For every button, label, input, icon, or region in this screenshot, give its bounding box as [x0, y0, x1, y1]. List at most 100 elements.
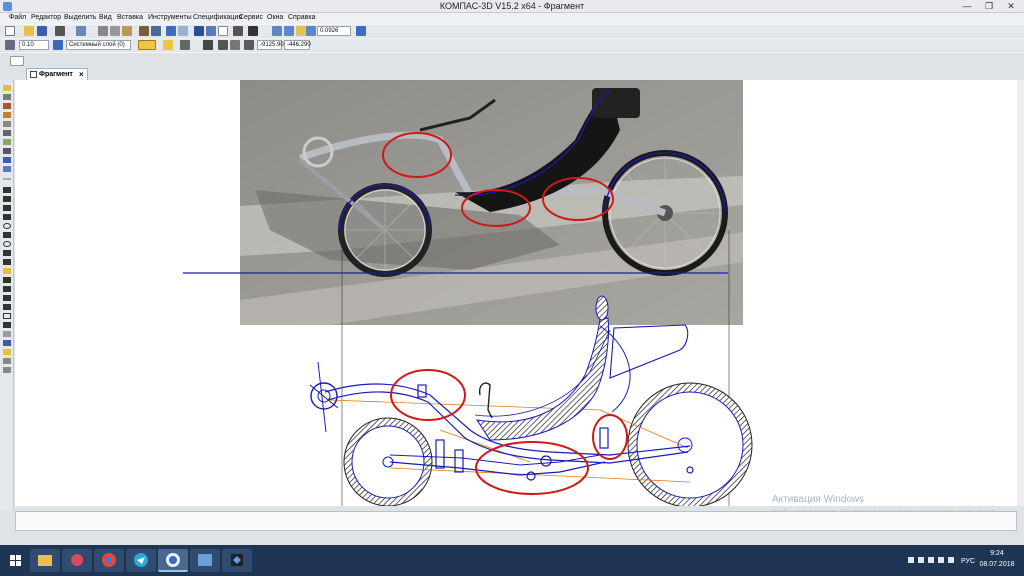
menu-file[interactable]: Файл — [9, 14, 26, 21]
cad-sketch[interactable] — [309, 295, 753, 506]
reference-photo[interactable] — [240, 80, 743, 325]
tab-close-button[interactable]: × — [79, 69, 84, 80]
grid-icon[interactable] — [206, 26, 216, 36]
title-bar: КОМПАС-3D V15.2 x64 - Фрагмент — ❐ ✕ — [0, 0, 1024, 13]
function-icon[interactable] — [218, 26, 228, 36]
spec-icon[interactable] — [3, 148, 11, 154]
menu-tools[interactable]: Инструменты — [148, 14, 192, 21]
paste-icon[interactable] — [122, 26, 132, 36]
tab-fragment[interactable]: Фрагмент × — [26, 68, 88, 80]
polygon-icon[interactable] — [3, 322, 11, 328]
menu-insert[interactable]: Вставка — [117, 14, 143, 21]
macro-icon[interactable] — [3, 349, 11, 355]
fillet-icon[interactable] — [3, 295, 11, 301]
bezier-icon[interactable] — [3, 259, 11, 265]
menu-service[interactable]: Сервис — [239, 14, 263, 21]
new-file-icon[interactable] — [5, 26, 15, 36]
menu-select[interactable]: Выделить — [64, 14, 96, 21]
drawing-canvas[interactable] — [15, 80, 1017, 506]
style-picker-icon[interactable] — [138, 40, 156, 50]
line-width-field[interactable]: 0.10 — [19, 40, 49, 50]
select-icon[interactable] — [3, 139, 11, 145]
line-icon[interactable] — [3, 214, 11, 220]
menu-help[interactable]: Справка — [288, 14, 315, 21]
preview-icon[interactable] — [76, 26, 86, 36]
measure-icon[interactable] — [3, 130, 11, 136]
kompas-icon[interactable] — [158, 549, 188, 572]
grid-toggle-icon[interactable] — [180, 40, 190, 50]
geometry-icon[interactable] — [3, 85, 11, 91]
start-icon[interactable] — [2, 549, 28, 572]
undo-icon[interactable] — [166, 26, 176, 36]
help-cursor-icon[interactable] — [248, 26, 258, 36]
wave-line-icon[interactable] — [3, 367, 11, 373]
arc-icon[interactable] — [3, 232, 11, 238]
nurbs-icon[interactable] — [3, 277, 11, 283]
chamfer-icon[interactable] — [3, 286, 11, 292]
layer-icon[interactable] — [53, 40, 63, 50]
collection-icon[interactable] — [3, 340, 11, 346]
menu-view[interactable]: Вид — [99, 14, 112, 21]
properties-icon[interactable] — [139, 26, 149, 36]
ellipse-icon[interactable] — [3, 241, 11, 247]
aux-line-icon[interactable] — [3, 196, 11, 202]
segment-icon[interactable] — [3, 205, 11, 211]
polyline-icon[interactable] — [3, 250, 11, 256]
explorer-icon[interactable] — [30, 549, 60, 572]
insert-elements-icon[interactable] — [3, 166, 11, 172]
layer-select[interactable]: Системный слой (0) — [66, 40, 131, 50]
snap-icon[interactable] — [5, 40, 15, 50]
local-cs-icon[interactable] — [203, 40, 213, 50]
document-tab-bar — [14, 68, 1024, 80]
vertical-scrollbar[interactable] — [1017, 80, 1024, 506]
reports-icon[interactable] — [3, 157, 11, 163]
circle-icon[interactable] — [3, 223, 11, 229]
unity-icon[interactable] — [222, 549, 252, 572]
scale-field[interactable]: 0.0926 — [317, 26, 351, 36]
zoom-frame-icon[interactable] — [284, 26, 294, 36]
hatch-fill-icon[interactable] — [3, 331, 11, 337]
pan-icon[interactable] — [296, 26, 306, 36]
redo-icon[interactable] — [178, 26, 188, 36]
open-folder-icon[interactable] — [24, 26, 34, 36]
manager-icon[interactable] — [194, 26, 204, 36]
clock-time: 9:24 — [990, 550, 1004, 557]
menu-editor[interactable]: Редактор — [31, 14, 61, 21]
dimensions-icon[interactable] — [3, 94, 11, 100]
hatch-icon[interactable] — [3, 268, 11, 274]
chrome-icon[interactable] — [94, 549, 124, 572]
zoom-out-icon[interactable] — [306, 26, 316, 36]
snaps-icon[interactable] — [163, 40, 173, 50]
menu-specification[interactable]: Спецификация — [193, 14, 242, 21]
print-icon[interactable] — [55, 26, 65, 36]
parametrization-icon[interactable] — [3, 121, 11, 127]
clock[interactable]: 9:24 08.07.2018 — [958, 548, 1018, 570]
point-icon[interactable] — [3, 187, 11, 193]
cursor-coords-icon — [244, 40, 254, 50]
list-icon[interactable] — [151, 26, 161, 36]
variables-icon[interactable] — [233, 26, 243, 36]
angle-icon[interactable] — [230, 40, 240, 50]
telegram-icon[interactable] — [126, 549, 156, 572]
paint-icon[interactable] — [62, 549, 92, 572]
minimize-button[interactable]: — — [956, 0, 978, 12]
ortho-icon[interactable] — [218, 40, 228, 50]
edit-icon[interactable] — [3, 112, 11, 118]
symbols-icon[interactable] — [3, 103, 11, 109]
zoom-in-icon[interactable] — [272, 26, 282, 36]
photos-icon[interactable] — [190, 549, 220, 572]
coord-x-field[interactable]: -9125.90 — [257, 40, 284, 50]
system-tray[interactable] — [906, 555, 956, 565]
copy-icon[interactable] — [110, 26, 120, 36]
sheet-icon[interactable] — [10, 56, 24, 66]
rectangle-icon[interactable] — [3, 313, 11, 319]
menu-windows[interactable]: Окна — [267, 14, 283, 21]
cut-icon[interactable] — [98, 26, 108, 36]
equidistant-icon[interactable] — [3, 358, 11, 364]
refresh-icon[interactable] — [356, 26, 366, 36]
save-icon[interactable] — [37, 26, 47, 36]
contour-icon[interactable] — [3, 304, 11, 310]
maximize-button[interactable]: ❐ — [978, 0, 1000, 12]
close-button[interactable]: ✕ — [1000, 0, 1022, 12]
coord-y-field[interactable]: -446.290 — [284, 40, 311, 50]
